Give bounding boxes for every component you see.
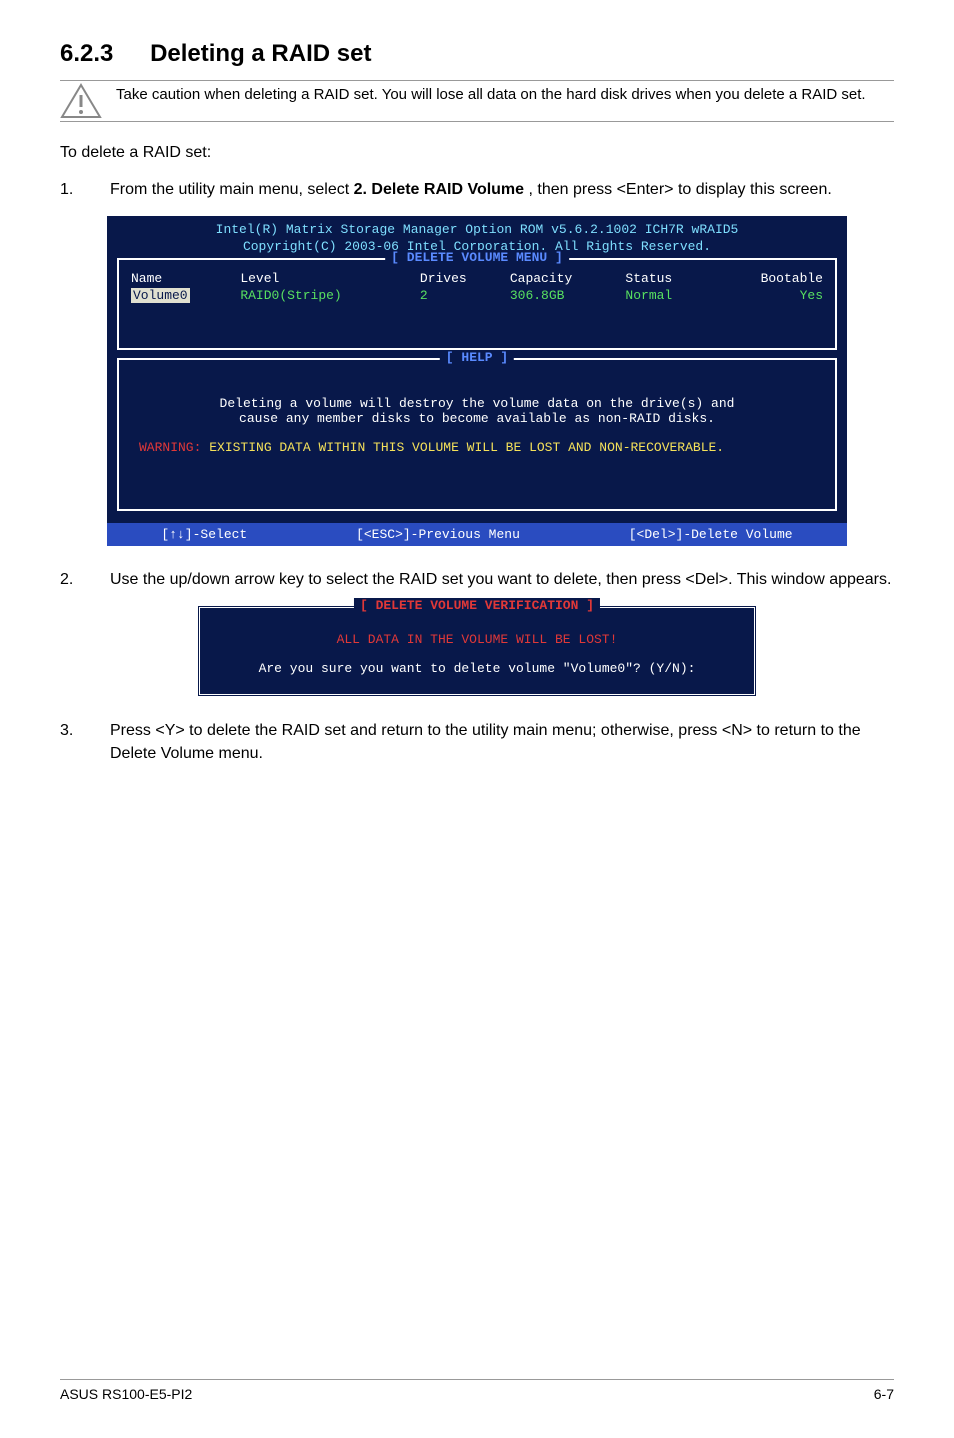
cell-status: Normal <box>621 287 711 304</box>
heading-title: Deleting a RAID set <box>150 40 371 67</box>
help-section: [ HELP ] Deleting a volume will destroy … <box>117 358 837 511</box>
bios-screen: Intel(R) Matrix Storage Manager Option R… <box>107 216 847 546</box>
header-level: Level <box>236 270 416 287</box>
cell-capacity: 306.8GB <box>506 287 622 304</box>
footer-right: 6-7 <box>874 1386 894 1402</box>
step-3: 3. Press <Y> to delete the RAID set and … <box>60 719 894 765</box>
delete-menu-label: [ DELETE VOLUME MENU ] <box>385 250 569 265</box>
header-capacity: Capacity <box>506 270 622 287</box>
caution-text: Take caution when deleting a RAID set. Y… <box>116 83 866 105</box>
page-footer: ASUS RS100-E5-PI2 6-7 <box>60 1379 894 1402</box>
step-1-prefix: From the utility main menu, select <box>110 181 354 198</box>
verify-title: [ DELETE VOLUME VERIFICATION ] <box>354 598 600 613</box>
help-label: [ HELP ] <box>440 350 514 365</box>
cell-level: RAID0(Stripe) <box>236 287 416 304</box>
volume-name-highlight: Volume0 <box>131 288 190 303</box>
delete-volume-menu: [ DELETE VOLUME MENU ] Name Level Drives… <box>117 258 837 346</box>
cell-name: Volume0 <box>127 287 236 304</box>
header-drives: Drives <box>416 270 506 287</box>
intro-text: To delete a RAID set: <box>60 142 894 164</box>
caution-icon <box>60 83 102 119</box>
footer-left: ASUS RS100-E5-PI2 <box>60 1386 192 1402</box>
delete-verification-dialog: [ DELETE VOLUME VERIFICATION ] ALL DATA … <box>197 605 757 697</box>
header-name: Name <box>127 270 236 287</box>
heading-number: 6.2.3 <box>60 40 113 67</box>
table-header-row: Name Level Drives Capacity Status Bootab… <box>127 270 827 287</box>
warning-text: EXISTING DATA WITHIN THIS VOLUME WILL BE… <box>201 440 724 455</box>
caution-box: Take caution when deleting a RAID set. Y… <box>60 80 894 122</box>
help-line-2: cause any member disks to become availab… <box>131 411 823 426</box>
step-1-bold: 2. Delete RAID Volume <box>354 181 524 198</box>
step-1-suffix: , then press <Enter> to display this scr… <box>529 181 832 198</box>
verify-prompt[interactable]: Are you sure you want to delete volume "… <box>216 661 738 676</box>
section-heading: 6.2.3 Deleting a RAID set <box>60 40 894 68</box>
cell-drives: 2 <box>416 287 506 304</box>
warning-label: WARNING: <box>139 440 201 455</box>
step-2-number: 2. <box>60 568 82 591</box>
step-3-number: 3. <box>60 719 82 765</box>
cell-bootable: Yes <box>711 287 827 304</box>
bios-title-1: Intel(R) Matrix Storage Manager Option R… <box>107 222 847 237</box>
verify-warning: ALL DATA IN THE VOLUME WILL BE LOST! <box>216 632 738 647</box>
header-bootable: Bootable <box>711 270 827 287</box>
footer-del[interactable]: [<Del>]-Delete Volume <box>629 527 793 542</box>
header-status: Status <box>621 270 711 287</box>
volume-table: Name Level Drives Capacity Status Bootab… <box>127 270 827 304</box>
table-row[interactable]: Volume0 RAID0(Stripe) 2 306.8GB Normal Y… <box>127 287 827 304</box>
footer-select[interactable]: [↑↓]-Select <box>161 527 247 542</box>
step-1-body: From the utility main menu, select 2. De… <box>110 178 894 201</box>
help-line-1: Deleting a volume will destroy the volum… <box>131 396 823 411</box>
step-1-number: 1. <box>60 178 82 201</box>
step-2-body: Use the up/down arrow key to select the … <box>110 568 894 591</box>
step-1: 1. From the utility main menu, select 2.… <box>60 178 894 201</box>
footer-prev[interactable]: [<ESC>]-Previous Menu <box>356 527 520 542</box>
step-3-body: Press <Y> to delete the RAID set and ret… <box>110 719 894 765</box>
step-2: 2. Use the up/down arrow key to select t… <box>60 568 894 591</box>
warning-line: WARNING: EXISTING DATA WITHIN THIS VOLUM… <box>131 440 823 455</box>
bios-footer: [↑↓]-Select [<ESC>]-Previous Menu [<Del>… <box>107 523 847 546</box>
